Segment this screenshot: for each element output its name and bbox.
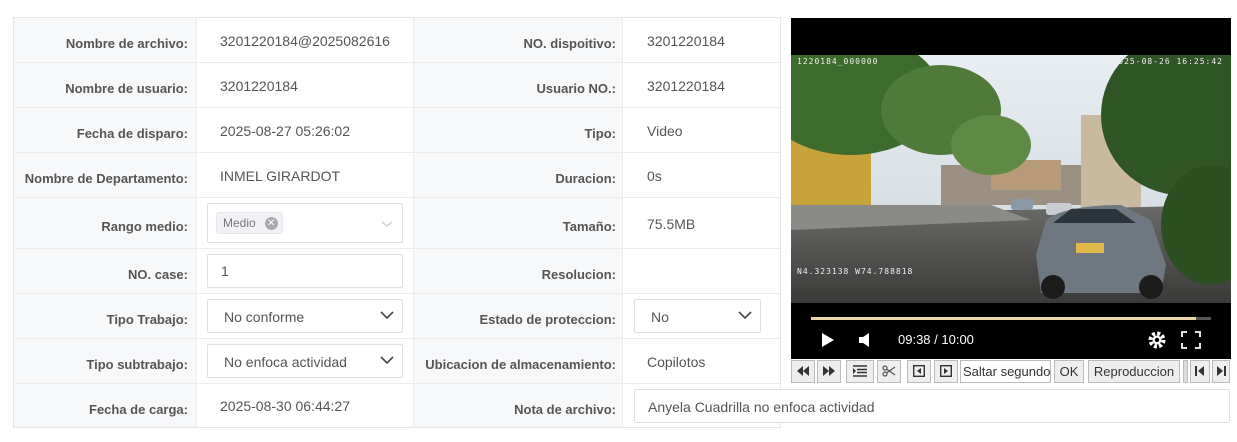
value-nombre-archivo: 3201220184@2025082616 xyxy=(220,33,390,49)
video-time: 09:38 / 10:00 xyxy=(898,332,974,347)
value-no-dispositivo: 3201220184 xyxy=(647,33,725,49)
fast-forward-icon xyxy=(823,366,835,376)
rewind-button[interactable] xyxy=(791,360,815,383)
label-estado-proteccion: Estado de proteccion: xyxy=(479,312,616,327)
playback-button[interactable]: Reproduccion xyxy=(1088,360,1180,383)
toolbar-scroll-handle[interactable] xyxy=(1183,360,1188,383)
progress-fill xyxy=(811,317,1197,320)
tipo-subtrabajo-select[interactable]: No enfoca actividad xyxy=(207,344,403,378)
overlay-gps: N4.323138 W74.788818 xyxy=(797,267,914,276)
label-resolucion: Resolucion: xyxy=(541,267,616,282)
video-progress-bar[interactable] xyxy=(811,317,1211,320)
label-no-dispositivo: NO. dispoitivo: xyxy=(523,36,616,51)
rewind-icon xyxy=(797,366,809,376)
overlay-datetime: 2025-08-26 16:25:42 xyxy=(1112,57,1223,66)
label-tipo: Tipo: xyxy=(584,126,616,141)
cut-button[interactable] xyxy=(877,360,901,383)
video-player[interactable]: 1220184_000000 2025-08-26 16:25:42 N4.32… xyxy=(791,18,1231,359)
chevron-down-icon xyxy=(380,311,394,320)
video-frame: 1220184_000000 2025-08-26 16:25:42 N4.32… xyxy=(791,55,1231,303)
value-departamento: INMEL GIRARDOT xyxy=(220,168,341,184)
play-icon[interactable] xyxy=(821,332,835,348)
playlist-button[interactable] xyxy=(846,360,874,383)
label-usuario-no: Usuario NO.: xyxy=(536,81,616,96)
rango-medio-select[interactable]: Medio ✕ xyxy=(207,203,403,243)
skip-start-icon xyxy=(1195,366,1204,376)
fast-forward-button[interactable] xyxy=(817,360,841,383)
label-rango-medio: Rango medio: xyxy=(101,219,188,234)
label-tipo-subtrabajo: Tipo subtrabajo: xyxy=(86,357,188,372)
value-fecha-carga: 2025-08-30 06:44:27 xyxy=(220,398,350,414)
medio-tag: Medio ✕ xyxy=(216,212,283,234)
value-fecha-disparo: 2025-08-27 05:26:02 xyxy=(220,123,350,139)
skip-end-button[interactable] xyxy=(1212,360,1230,383)
label-nombre-archivo: Nombre de archivo: xyxy=(65,36,188,51)
prev-frame-icon xyxy=(912,364,926,378)
label-duracion: Duracion: xyxy=(555,171,616,186)
label-nota-archivo: Nota de archivo: xyxy=(514,402,616,417)
value-duracion: 0s xyxy=(647,168,662,184)
label-fecha-carga: Fecha de carga: xyxy=(89,402,188,417)
label-no-case: NO. case: xyxy=(128,267,188,282)
volume-icon[interactable] xyxy=(858,332,874,348)
label-departamento: Nombre de Departamento: xyxy=(24,171,188,186)
next-frame-icon xyxy=(939,364,953,378)
label-ubicacion: Ubicacion de almacenamiento: xyxy=(425,357,616,372)
label-nombre-usuario: Nombre de usuario: xyxy=(65,81,188,96)
value-usuario-no: 3201220184 xyxy=(647,78,725,94)
settings-gear-icon[interactable] xyxy=(1147,330,1167,350)
estado-proteccion-select[interactable]: No xyxy=(634,299,761,333)
label-tamano: Tamaño: xyxy=(562,219,616,234)
prev-frame-button[interactable] xyxy=(907,360,931,383)
chevron-down-icon xyxy=(380,356,394,365)
seek-ok-button[interactable]: OK xyxy=(1054,360,1084,383)
value-ubicacion: Copilotos xyxy=(647,354,706,370)
chevron-down-icon xyxy=(381,221,393,227)
list-icon xyxy=(853,365,867,377)
seek-seconds-input[interactable]: Saltar segundos xyxy=(960,360,1051,383)
skip-end-icon xyxy=(1217,366,1226,376)
chevron-down-icon xyxy=(738,311,752,320)
next-frame-button[interactable] xyxy=(934,360,958,383)
value-nombre-usuario: 3201220184 xyxy=(220,78,298,94)
tag-remove-icon[interactable]: ✕ xyxy=(264,217,278,230)
video-frame-image xyxy=(791,55,1231,303)
scissors-icon xyxy=(882,365,896,377)
nota-archivo-input[interactable]: Anyela Cuadrilla no enfoca actividad xyxy=(634,389,1230,423)
label-tipo-trabajo: Tipo Trabajo: xyxy=(106,312,188,327)
skip-start-button[interactable] xyxy=(1190,360,1210,383)
label-fecha-disparo: Fecha de disparo: xyxy=(76,126,188,141)
tipo-trabajo-select[interactable]: No conforme xyxy=(207,299,403,333)
no-case-input[interactable]: 1 xyxy=(207,254,403,288)
overlay-id: 1220184_000000 xyxy=(797,57,879,66)
fullscreen-icon[interactable] xyxy=(1181,331,1201,349)
value-tamano: 75.5MB xyxy=(647,216,696,232)
value-tipo: Video xyxy=(647,123,683,139)
